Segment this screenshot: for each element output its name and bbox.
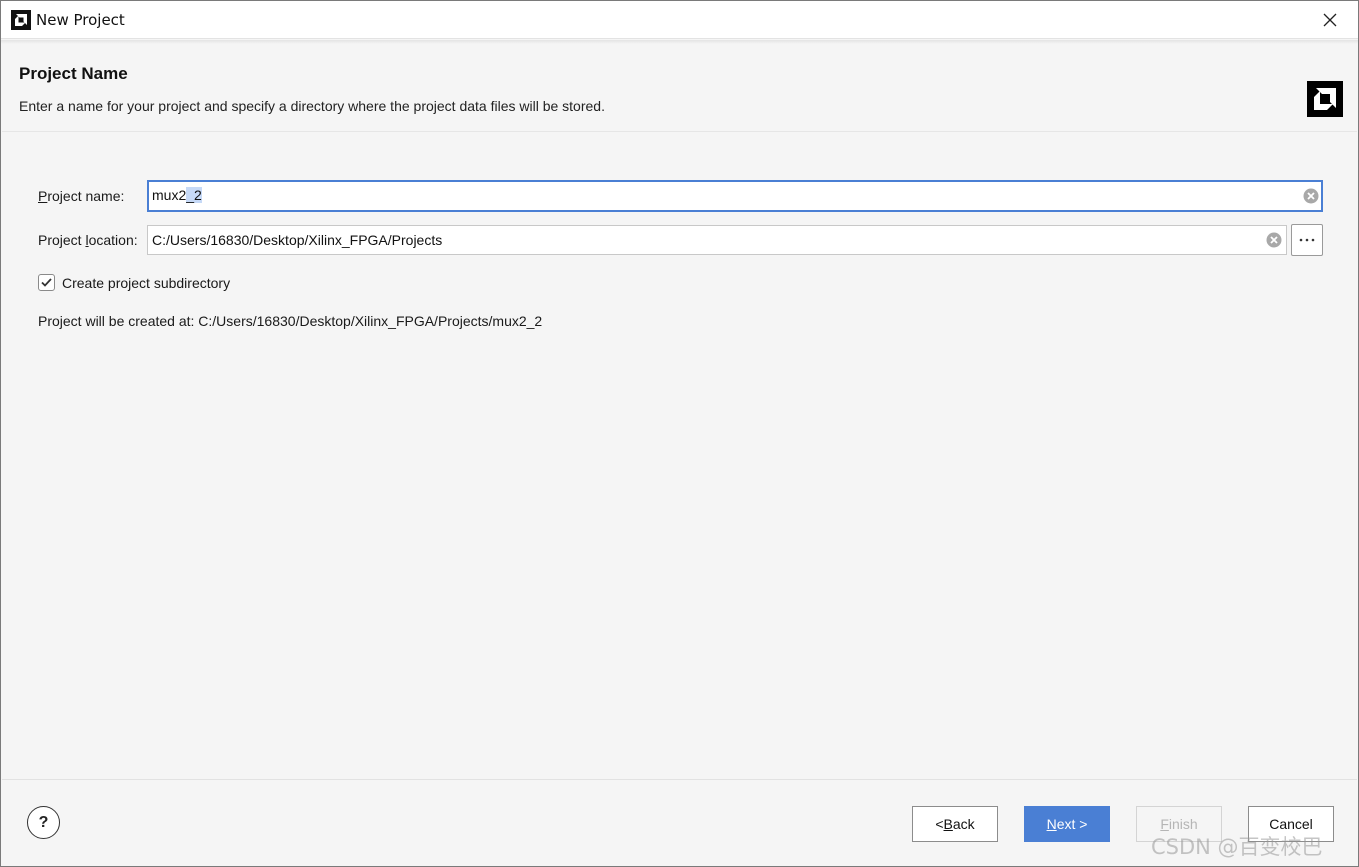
close-icon: [1323, 13, 1337, 27]
window-title: New Project: [36, 11, 125, 29]
browse-location-button[interactable]: [1291, 224, 1323, 256]
project-path-preview: Project will be created at: C:/Users/168…: [38, 313, 543, 329]
project-name-label: Project name:: [38, 188, 125, 204]
header-divider: [2, 131, 1357, 132]
clear-icon[interactable]: [1303, 188, 1319, 204]
next-button[interactable]: Next >: [1024, 806, 1110, 842]
project-name-input[interactable]: mux2_2: [147, 180, 1323, 212]
checkmark-icon: [41, 278, 52, 287]
cancel-button[interactable]: Cancel: [1248, 806, 1334, 842]
clear-icon[interactable]: [1266, 232, 1282, 248]
title-shadow: [1, 40, 1358, 44]
create-subdirectory-checkbox[interactable]: [38, 274, 55, 291]
amd-logo-icon: [11, 10, 31, 30]
project-location-input[interactable]: C:/Users/16830/Desktop/Xilinx_FPGA/Proje…: [147, 225, 1287, 255]
page-description: Enter a name for your project and specif…: [19, 98, 605, 114]
back-button[interactable]: < Back: [912, 806, 998, 842]
finish-button[interactable]: Finish: [1136, 806, 1222, 842]
project-name-value: mux2_2: [152, 187, 202, 203]
project-location-label: Project location:: [38, 232, 138, 248]
ellipsis-icon: [1299, 238, 1315, 242]
close-button[interactable]: [1310, 3, 1350, 37]
title-bar: New Project: [1, 1, 1358, 39]
new-project-dialog: New Project Project Name Enter a name fo…: [0, 0, 1359, 867]
amd-logo-icon: [1307, 81, 1343, 117]
create-subdirectory-label: Create project subdirectory: [62, 275, 231, 291]
footer-divider: [2, 779, 1357, 780]
page-title: Project Name: [19, 64, 128, 83]
project-location-value: C:/Users/16830/Desktop/Xilinx_FPGA/Proje…: [152, 232, 443, 248]
help-button[interactable]: ?: [27, 806, 60, 839]
